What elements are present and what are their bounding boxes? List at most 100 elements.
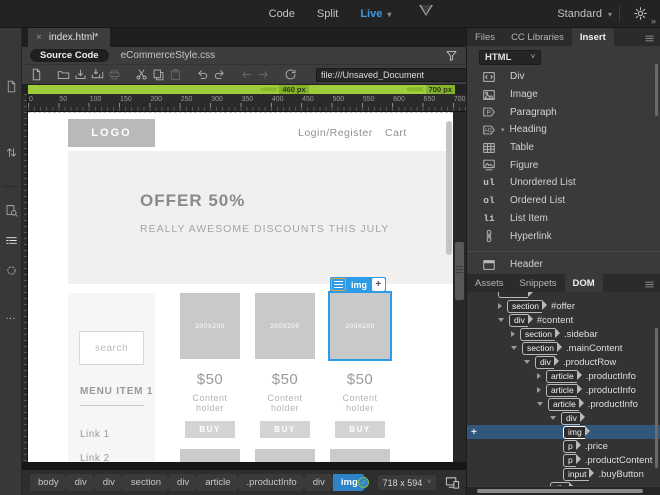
- design-product-image[interactable]: 200X200: [255, 293, 315, 359]
- view-mode-code[interactable]: Code: [269, 8, 295, 20]
- dom-node-article[interactable]: article .productInfo: [467, 369, 660, 383]
- dom-node-p[interactable]: p .productContent: [467, 453, 660, 467]
- gear-icon[interactable]: [633, 6, 648, 21]
- design-sidebar-link[interactable]: Link 1: [80, 429, 110, 440]
- tab-insert[interactable]: Insert: [571, 28, 614, 46]
- close-icon[interactable]: ×: [36, 32, 42, 43]
- chevron-down-icon[interactable]: [524, 360, 530, 364]
- filter-funnel-icon[interactable]: [445, 49, 458, 62]
- tab-files[interactable]: Files: [467, 28, 503, 46]
- tag-selector-productinfo[interactable]: .productInfo: [239, 474, 308, 491]
- chevron-down-icon[interactable]: [550, 416, 556, 420]
- insert-item-header[interactable]: Header: [467, 256, 660, 274]
- view-mode-live[interactable]: Live ▾: [360, 8, 391, 20]
- cut-icon[interactable]: [135, 68, 148, 81]
- tab-dom[interactable]: DOM: [564, 274, 603, 292]
- design-buy-button[interactable]: BUY: [260, 421, 310, 438]
- open-icon[interactable]: [57, 68, 70, 81]
- dom-node-input[interactable]: input .buyButton: [467, 467, 660, 481]
- target-icon[interactable]: [5, 264, 18, 277]
- copy-icon[interactable]: [152, 68, 165, 81]
- dom-node-div[interactable]: div .productRow: [467, 355, 660, 369]
- chevron-down-icon[interactable]: [498, 318, 504, 322]
- new-doc-icon[interactable]: [30, 68, 43, 81]
- add-element-icon[interactable]: +: [372, 278, 386, 291]
- dom-node-article[interactable]: article .productInfo: [467, 397, 660, 411]
- insert-scrollbar[interactable]: [655, 64, 658, 116]
- chevron-down-icon[interactable]: ▾: [501, 126, 505, 134]
- tab-assets[interactable]: Assets: [467, 274, 512, 292]
- tag-selector-article[interactable]: article: [197, 474, 241, 491]
- insert-item-paragraph[interactable]: P Paragraph: [467, 103, 660, 121]
- insert-item-ordered-list[interactable]: ol Ordered List: [467, 192, 660, 210]
- design-sidebar-link[interactable]: Link 2: [80, 453, 110, 462]
- viewport-resize-handle[interactable]: [455, 242, 464, 300]
- undo-icon[interactable]: [196, 68, 209, 81]
- breakpoint-460[interactable]: <<<<< 460 px: [221, 85, 309, 94]
- insert-item-hyperlink[interactable]: Hyperlink: [467, 227, 660, 245]
- device-preview-icon[interactable]: [445, 475, 460, 490]
- inspect-icon[interactable]: [5, 204, 18, 217]
- insert-item-figure[interactable]: Figure: [467, 156, 660, 174]
- collapse-panels-icon[interactable]: »: [651, 16, 656, 26]
- tag-selector-body[interactable]: body: [30, 474, 70, 491]
- funnel-icon[interactable]: [445, 49, 458, 62]
- design-login-link[interactable]: Login/Register: [298, 127, 373, 139]
- insert-item-heading[interactable]: H1 ▾ Heading: [467, 121, 660, 139]
- swap-arrows-icon[interactable]: [5, 146, 18, 159]
- dom-node-p[interactable]: p .price: [467, 439, 660, 453]
- related-file-source-code[interactable]: Source Code: [30, 49, 109, 62]
- tag-selector-div[interactable]: div: [95, 474, 126, 491]
- chevron-down-icon[interactable]: [511, 346, 517, 350]
- settings-gear-icon[interactable]: [633, 6, 648, 21]
- refresh-icon[interactable]: [284, 68, 297, 81]
- tab-snippets[interactable]: Snippets: [512, 274, 565, 292]
- document-icon[interactable]: [5, 80, 18, 93]
- chevron-right-icon[interactable]: [537, 373, 541, 379]
- related-file-stylesheet[interactable]: eCommerceStyle.css: [121, 50, 215, 61]
- design-buy-button[interactable]: BUY: [185, 421, 235, 438]
- dom-node-section[interactable]: section .mainContent: [467, 341, 660, 355]
- guides-icon[interactable]: [5, 234, 18, 247]
- media-query-bar[interactable]: <<<<< 460 px <<<<< 700 px: [28, 85, 455, 94]
- design-buy-button[interactable]: BUY: [335, 421, 385, 438]
- dom-node-div[interactable]: div: [467, 411, 660, 425]
- save-all-icon[interactable]: [91, 68, 104, 81]
- tag-selector-section[interactable]: section: [123, 474, 172, 491]
- insert-item-image[interactable]: Image: [467, 86, 660, 104]
- redo-icon[interactable]: [213, 68, 226, 81]
- canvas-scrollbar[interactable]: [446, 121, 452, 255]
- hamburger-icon[interactable]: [644, 33, 655, 44]
- viewport-size-dropdown[interactable]: 718 x 594 ˅: [378, 475, 436, 490]
- insert-category-dropdown[interactable]: HTML ˅: [479, 50, 541, 65]
- dom-node[interactable]: [467, 292, 660, 299]
- panel-menu-icon[interactable]: [644, 33, 655, 44]
- save-icon[interactable]: [74, 68, 87, 81]
- dom-node-section[interactable]: section #offer: [467, 299, 660, 313]
- insert-item-table[interactable]: Table: [467, 139, 660, 157]
- design-logo[interactable]: LOGO: [68, 119, 155, 147]
- tab-cc-libraries[interactable]: CC Libraries: [503, 28, 572, 46]
- plus-icon[interactable]: +: [471, 427, 477, 438]
- hamburger-icon[interactable]: [644, 279, 655, 290]
- chevron-right-icon[interactable]: [511, 331, 515, 337]
- dom-scrollbar[interactable]: [655, 328, 658, 468]
- dom-node-div[interactable]: div: [467, 481, 660, 486]
- dom-node-article[interactable]: article .productInfo: [467, 383, 660, 397]
- insert-item-div[interactable]: Div: [467, 68, 660, 86]
- chevron-down-icon[interactable]: ▾: [387, 10, 391, 19]
- design-product-image[interactable]: 200X200: [328, 291, 392, 361]
- tag-selector-div[interactable]: div: [67, 474, 98, 491]
- insert-item-unordered-list[interactable]: ul Unordered List: [467, 174, 660, 192]
- insert-item-list-item[interactable]: li List Item: [467, 210, 660, 228]
- chevron-down-icon[interactable]: [537, 402, 543, 406]
- dom-node-section[interactable]: section .sidebar: [467, 327, 660, 341]
- more-icon[interactable]: …: [5, 310, 17, 322]
- workspace-switcher[interactable]: Standard ▾: [557, 0, 612, 28]
- dom-node-img[interactable]: + img: [467, 425, 660, 439]
- element-menu-icon[interactable]: [331, 278, 346, 291]
- panel-menu-icon[interactable]: [644, 279, 655, 290]
- design-product-image[interactable]: 200X200: [180, 293, 240, 359]
- tag-selector-div[interactable]: div: [169, 474, 200, 491]
- address-field[interactable]: file:///Unsaved_Document ˅: [316, 68, 476, 82]
